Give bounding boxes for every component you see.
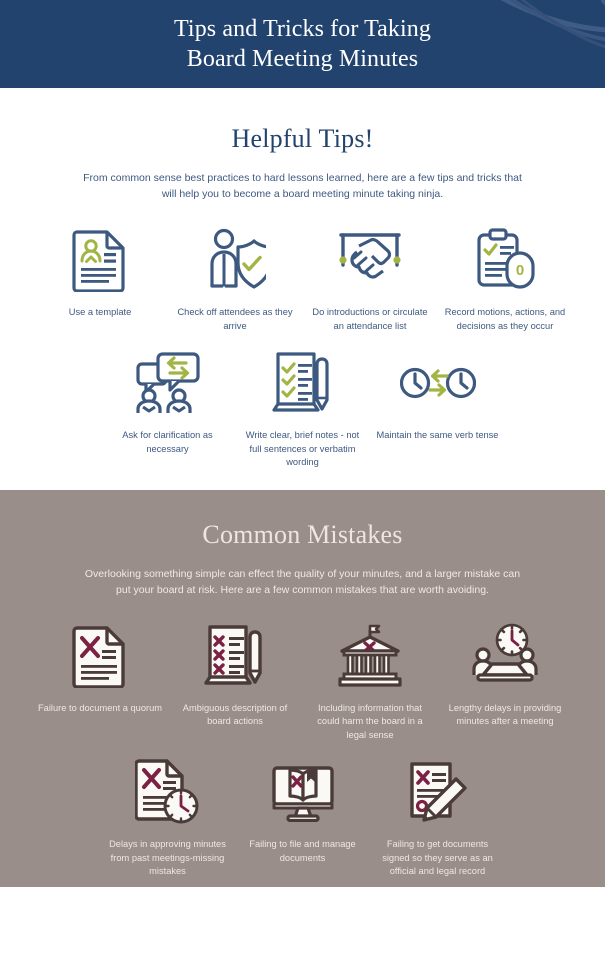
icon-container	[134, 756, 201, 828]
mistake-label: Ambiguous description of board actions	[182, 702, 288, 727]
page-title-line1: Tips and Tricks for Taking	[174, 16, 431, 42]
clipboard-gavel-icon: 0	[477, 228, 535, 289]
icon-container	[472, 620, 538, 692]
meeting-table-clock-icon	[472, 623, 538, 682]
mistake-item-ambiguous-description: Ambiguous description of board actions	[168, 620, 303, 729]
two-clocks-exchange-icon	[399, 367, 476, 399]
document-x-clock-icon	[134, 759, 198, 824]
mistakes-row-2: Delays in approving minutes from past me…	[0, 756, 605, 879]
document-x-icon	[72, 625, 125, 688]
mistakes-row-1: Failure to document a quorum Ambiguous d…	[0, 620, 605, 743]
tip-label: Maintain the same verb tense	[376, 430, 499, 440]
icon-container	[336, 620, 404, 692]
tips-row-2: Ask for clarification as necessary Write…	[0, 347, 605, 470]
icon-container	[335, 224, 405, 296]
tip-item-ask-for-clarification: Ask for clarification as necessary	[100, 347, 235, 456]
mistake-item-delays-in-approving: Delays in approving minutes from past me…	[100, 756, 235, 879]
person-shield-check-icon	[210, 228, 266, 289]
speech-bubbles-people-icon	[135, 352, 200, 413]
tip-item-do-introductions: Do introductions or circulate an attenda…	[303, 224, 438, 333]
icon-container	[134, 347, 202, 419]
monitor-book-x-icon	[271, 766, 334, 822]
page-header: Tips and Tricks for Taking Board Meeting…	[0, 0, 605, 88]
tip-item-record-motions: 0 Record motions, actions, and decisions…	[438, 224, 573, 333]
mistake-item-lengthy-delays: Lengthy delays in providing minutes afte…	[438, 620, 573, 729]
page-title-line2: Board Meeting Minutes	[186, 46, 419, 72]
icon-container	[270, 756, 336, 828]
icon-container	[407, 756, 469, 828]
mistake-item-harmful-legal-information: Including information that could harm th…	[303, 620, 438, 743]
mistake-item-failure-to-document-quorum: Failure to document a quorum	[33, 620, 168, 716]
infographic-page: Tips and Tricks for Taking Board Meeting…	[0, 0, 605, 967]
document-template-icon	[72, 230, 125, 292]
tips-heading: Helpful Tips!	[231, 124, 374, 153]
handshake-icon	[339, 233, 401, 279]
mistake-label: Failing to file and manage documents	[249, 839, 356, 863]
icon-container: 0	[474, 224, 536, 296]
icon-container	[204, 620, 266, 692]
mistake-label: Lengthy delays in providing minutes afte…	[448, 702, 562, 727]
tip-item-use-a-template: Use a template	[33, 224, 168, 320]
mistake-label: Including information that could harm th…	[317, 702, 423, 740]
helpful-tips-section: Helpful Tips! From common sense best pra…	[0, 88, 605, 490]
tip-item-write-clear-brief-notes: Write clear, brief notes - not full sent…	[235, 347, 370, 470]
tip-label: Record motions, actions, and decisions a…	[444, 307, 566, 331]
icon-container	[399, 347, 476, 419]
mistakes-intro: Overlooking something simple can effect …	[84, 567, 521, 596]
mistake-label: Failing to get documents signed so they …	[382, 839, 493, 876]
checklist-pen-icon	[271, 352, 329, 412]
tip-label: Ask for clarification as necessary	[122, 430, 213, 454]
icon-container	[72, 620, 128, 692]
tip-item-maintain-verb-tense: Maintain the same verb tense	[370, 347, 505, 443]
tip-item-check-off-attendees: Check off attendees as they arrive	[168, 224, 303, 333]
mistake-label: Failure to document a quorum	[37, 702, 163, 713]
icon-container	[72, 224, 128, 296]
tip-label: Write clear, brief notes - not full sent…	[245, 430, 360, 467]
swoosh-decoration-icon	[500, 0, 605, 49]
tips-row-1: Use a template Check off attendees as th…	[0, 224, 605, 333]
document-x-pencil-icon	[409, 762, 467, 822]
tips-intro: From common sense best practices to hard…	[83, 172, 522, 200]
mistake-item-failing-to-get-signed: Failing to get documents signed so they …	[370, 756, 505, 879]
mistake-item-failing-to-file: Failing to file and manage documents	[235, 756, 370, 865]
common-mistakes-section: Common Mistakes Overlooking something si…	[0, 489, 605, 887]
icon-container	[271, 347, 334, 419]
svg-text:0: 0	[516, 262, 524, 279]
mistake-label: Delays in approving minutes from past me…	[109, 839, 226, 876]
tip-label: Check off attendees as they arrive	[177, 307, 293, 331]
mistakes-heading: Common Mistakes	[202, 519, 403, 549]
tip-label: Use a template	[68, 307, 132, 317]
icon-container	[204, 224, 266, 296]
checklist-x-pen-icon	[204, 624, 262, 685]
tip-label: Do introductions or circulate an attenda…	[312, 307, 428, 331]
courthouse-x-icon	[338, 624, 402, 687]
page-title: Tips and Tricks for Taking Board Meeting…	[174, 14, 431, 74]
